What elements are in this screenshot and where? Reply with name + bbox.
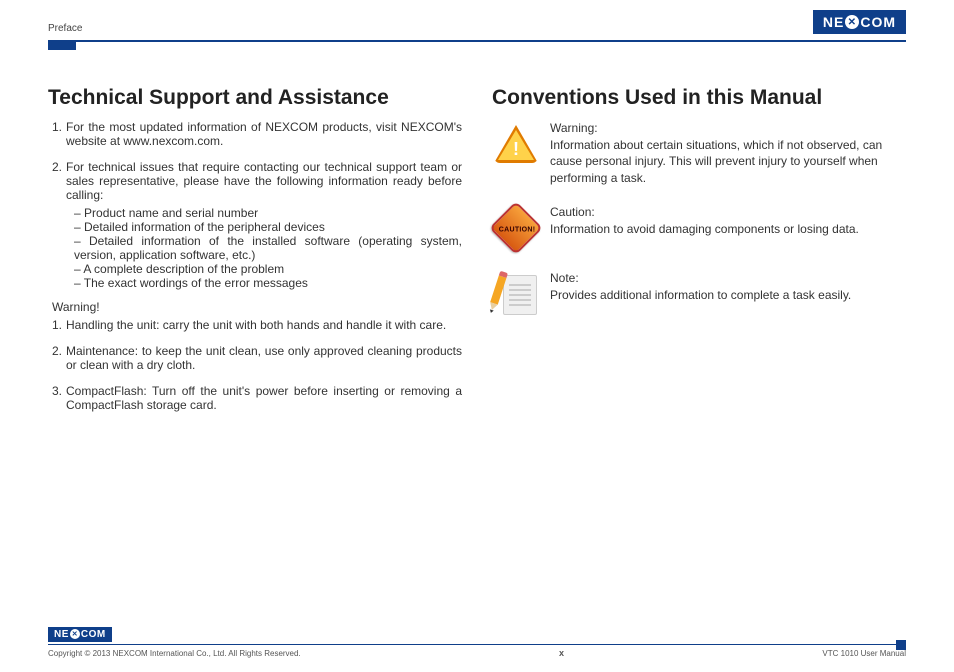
convention-body: Information to avoid damaging components… (550, 222, 859, 236)
brand-logo: NE✕COM (813, 10, 906, 34)
item-text: For technical issues that require contac… (66, 160, 462, 202)
convention-caution: CAUTION! Caution: Information to avoid d… (492, 204, 906, 252)
convention-body: Provides additional information to compl… (550, 288, 851, 302)
item-number: 1. (52, 318, 66, 332)
list-item: 1. For the most updated information of N… (52, 120, 462, 148)
item-number: 2. (52, 344, 66, 372)
item-text: CompactFlash: Turn off the unit's power … (66, 384, 462, 412)
item-number: 2. (52, 160, 66, 202)
warning-list: 3. CompactFlash: Turn off the unit's pow… (48, 384, 462, 412)
sublist-item: The exact wordings of the error messages (74, 276, 462, 290)
footer-logo: NE✕COM (48, 627, 112, 642)
convention-note: Note: Provides additional information to… (492, 270, 906, 318)
sublist-item: Product name and serial number (74, 206, 462, 220)
note-icon (492, 270, 540, 318)
convention-warning: ! Warning: Information about certain sit… (492, 120, 906, 186)
caution-icon: CAUTION! (492, 204, 540, 252)
header-tab-block (48, 40, 76, 50)
convention-body: Information about certain situations, wh… (550, 138, 882, 184)
item-number: 3. (52, 384, 66, 412)
item-number: 1. (52, 120, 66, 148)
warning-list: 2. Maintenance: to keep the unit clean, … (48, 344, 462, 372)
page-footer: NE✕COM Copyright © 2013 NEXCOM Internati… (48, 624, 906, 659)
warning-icon: ! (492, 120, 540, 168)
convention-title: Note: (550, 270, 851, 286)
left-column: Technical Support and Assistance 1. For … (48, 86, 462, 416)
item-text: Maintenance: to keep the unit clean, use… (66, 344, 462, 372)
list-item: 1. Handling the unit: carry the unit wit… (52, 318, 462, 332)
header-rule (48, 40, 906, 42)
support-list: 2. For technical issues that require con… (48, 160, 462, 202)
warning-list: 1. Handling the unit: carry the unit wit… (48, 318, 462, 332)
list-item: 2. Maintenance: to keep the unit clean, … (52, 344, 462, 372)
item-text: Handling the unit: carry the unit with b… (66, 318, 462, 332)
right-heading: Conventions Used in this Manual (492, 86, 906, 110)
warning-heading: Warning! (52, 300, 462, 314)
support-list: 1. For the most updated information of N… (48, 120, 462, 148)
header-section-label: Preface (48, 23, 82, 34)
footer-rule (48, 644, 906, 646)
item-text: For the most updated information of NEXC… (66, 120, 462, 148)
sublist-item: A complete description of the problem (74, 262, 462, 276)
left-heading: Technical Support and Assistance (48, 86, 462, 110)
convention-title: Caution: (550, 204, 859, 220)
sublist-item: Detailed information of the installed so… (74, 234, 462, 262)
convention-title: Warning: (550, 120, 906, 136)
list-item: 2. For technical issues that require con… (52, 160, 462, 202)
footer-copyright: Copyright © 2013 NEXCOM International Co… (48, 649, 301, 658)
footer-page-number: x (559, 648, 564, 658)
footer-doc-title: VTC 1010 User Manual (822, 649, 906, 658)
support-sublist: Product name and serial number Detailed … (48, 206, 462, 290)
list-item: 3. CompactFlash: Turn off the unit's pow… (52, 384, 462, 412)
right-column: Conventions Used in this Manual ! Warnin… (492, 86, 906, 416)
sublist-item: Detailed information of the peripheral d… (74, 220, 462, 234)
